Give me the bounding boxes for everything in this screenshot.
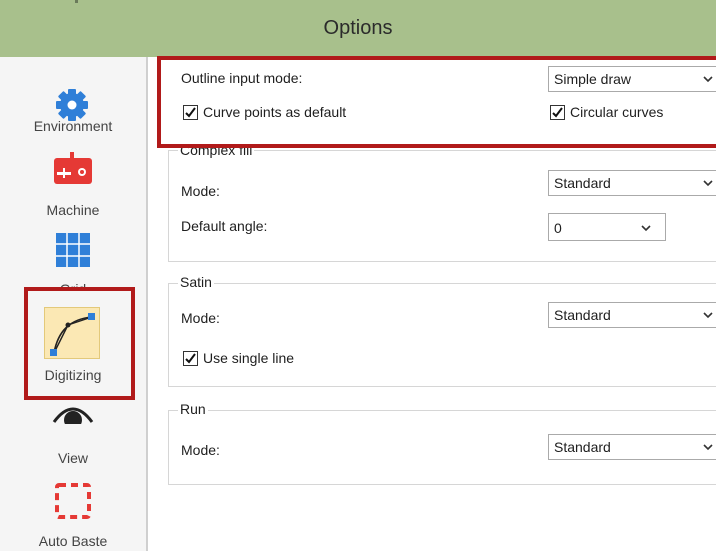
default-angle-label: Default angle: xyxy=(181,218,268,234)
satin-mode-value: Standard xyxy=(554,307,611,323)
complex-fill-mode-value: Standard xyxy=(554,175,611,191)
use-single-line-label: Use single line xyxy=(203,350,295,366)
complex-fill-mode-select[interactable]: Standard xyxy=(548,170,716,196)
satin-mode-label: Mode: xyxy=(181,310,220,326)
outline-input-mode-label: Outline input mode: xyxy=(181,70,303,86)
curve-points-label: Curve points as default xyxy=(203,104,347,120)
sidebar-item-environment[interactable]: Environment xyxy=(0,88,146,143)
satin-title: Satin xyxy=(178,274,214,290)
outline-input-mode-select[interactable]: Simple draw xyxy=(548,66,716,92)
sidebar-divider xyxy=(147,57,148,551)
checkmark-icon xyxy=(185,107,196,118)
complex-fill-group xyxy=(168,150,716,262)
sidebar-item-machine[interactable]: Machine xyxy=(0,152,146,222)
default-angle-select[interactable]: 0 xyxy=(548,213,666,241)
chevron-down-icon xyxy=(703,444,713,451)
run-mode-value: Standard xyxy=(554,439,611,455)
sidebar-item-label: Digitizing xyxy=(44,367,102,383)
complex-fill-title: Complex fill xyxy=(178,142,255,158)
sewing-machine-icon xyxy=(54,152,92,184)
sidebar-item-grid[interactable]: Grid xyxy=(0,232,146,302)
default-angle-value: 0 xyxy=(554,220,562,236)
sidebar-item-digitizing[interactable]: Digitizing xyxy=(0,297,146,397)
sidebar-item-label: Machine xyxy=(46,202,100,218)
chevron-down-icon xyxy=(703,76,713,83)
complex-fill-mode-label: Mode: xyxy=(181,183,220,199)
grid-icon xyxy=(56,233,90,267)
sidebar-item-label: Grid xyxy=(59,281,87,291)
title-bar: Options xyxy=(0,0,716,57)
sidebar-item-label: Environment xyxy=(33,118,113,134)
window-title: Options xyxy=(323,17,393,39)
outline-input-mode-value: Simple draw xyxy=(554,71,632,87)
gear-icon xyxy=(56,89,88,121)
sidebar-item-auto-baste[interactable]: Auto Baste xyxy=(0,482,146,551)
chevron-down-icon xyxy=(641,225,651,232)
title-bar-mark xyxy=(75,0,78,3)
sidebar-item-label: View xyxy=(57,450,89,466)
chevron-down-icon xyxy=(703,312,713,319)
curve-points-checkbox[interactable] xyxy=(183,105,198,120)
sidebar-item-label: Auto Baste xyxy=(38,533,108,549)
dashed-square-icon xyxy=(55,483,91,519)
satin-mode-select[interactable]: Standard xyxy=(548,302,716,328)
run-mode-label: Mode: xyxy=(181,442,220,458)
satin-group xyxy=(168,283,716,387)
checkmark-icon xyxy=(185,353,196,364)
eye-icon xyxy=(52,407,94,424)
run-mode-select[interactable]: Standard xyxy=(548,434,716,460)
circular-curves-checkbox[interactable] xyxy=(550,105,565,120)
sidebar-item-view[interactable]: View xyxy=(0,400,146,470)
run-title: Run xyxy=(178,401,208,417)
use-single-line-checkbox[interactable] xyxy=(183,351,198,366)
circular-curves-label: Circular curves xyxy=(570,104,664,120)
checkmark-icon xyxy=(552,107,563,118)
chevron-down-icon xyxy=(703,180,713,187)
bezier-curve-icon xyxy=(50,313,95,356)
